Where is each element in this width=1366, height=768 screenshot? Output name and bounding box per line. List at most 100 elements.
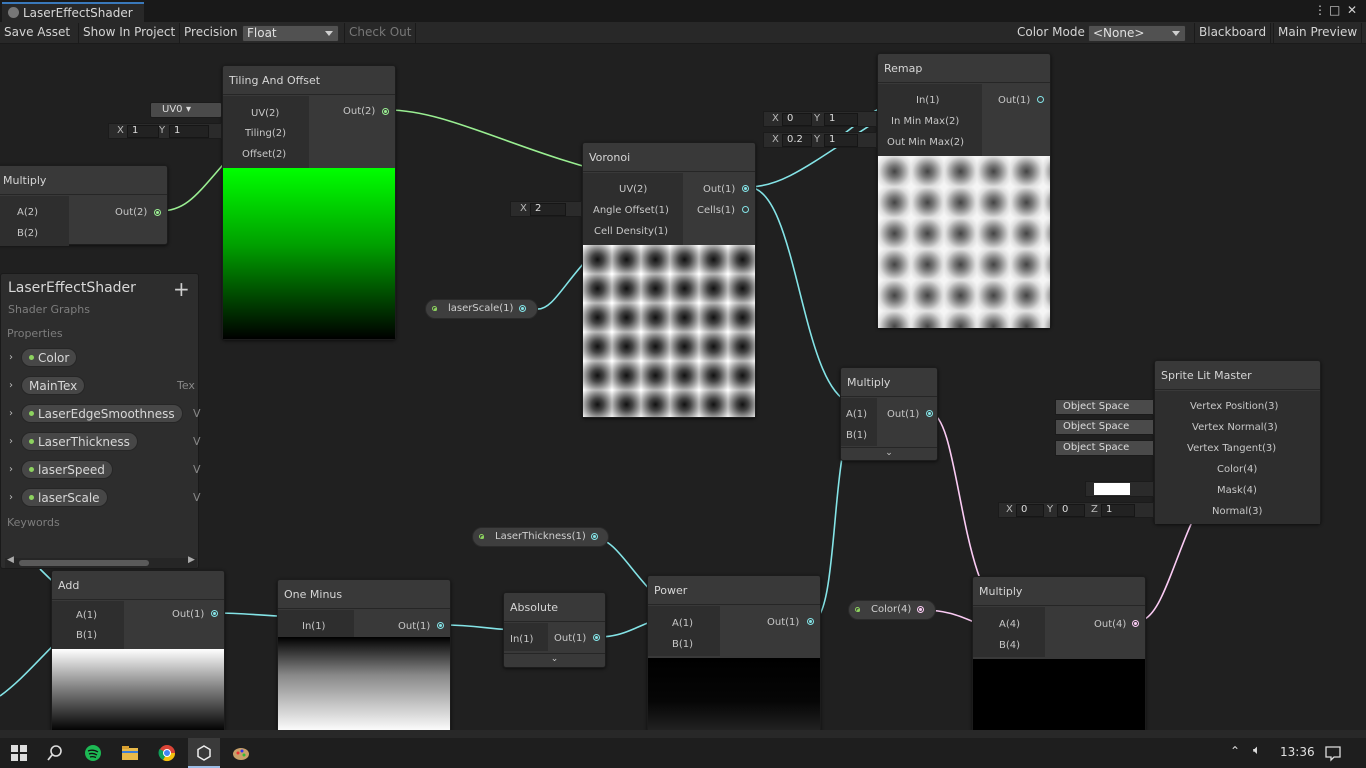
scroll-right-icon[interactable]: ▶ (188, 555, 195, 565)
port-vertex-position[interactable]: Vertex Position(3) (1190, 401, 1278, 412)
chevron-right-icon[interactable]: › (9, 352, 13, 363)
output-port-dot[interactable] (437, 622, 444, 629)
output-port-dot[interactable] (154, 209, 161, 216)
blackboard-toggle-button[interactable]: Blackboard (1194, 23, 1272, 43)
port-out[interactable]: Out(1) (398, 621, 430, 632)
color-property-node[interactable]: Color(4) (848, 600, 936, 620)
port-b[interactable]: B(2) (17, 228, 38, 239)
notification-center-icon[interactable] (1324, 744, 1342, 762)
scroll-left-icon[interactable]: ◀ (7, 555, 14, 565)
laser-thickness-property-node[interactable]: LaserThickness(1) (472, 527, 609, 547)
white-color-swatch[interactable] (1094, 483, 1130, 495)
port-out[interactable]: Out(4) (1094, 619, 1126, 630)
windows-start-icon[interactable] (10, 744, 28, 762)
output-port-dot[interactable] (742, 206, 749, 213)
port-tiling[interactable]: Tiling(2) (245, 128, 286, 139)
scrollbar-thumb[interactable] (19, 560, 149, 566)
port-vertex-normal[interactable]: Vertex Normal(3) (1192, 422, 1278, 433)
port-out[interactable]: Out(1) (554, 633, 586, 644)
output-port-dot[interactable] (742, 185, 749, 192)
port-angle-offset[interactable]: Angle Offset(1) (593, 205, 669, 216)
absolute-node[interactable]: Absolute In(1) Out(1) ⌄ (503, 592, 606, 668)
port-out[interactable]: Out(1) (998, 95, 1030, 106)
taskbar-clock[interactable]: 13:36 (1280, 745, 1315, 759)
output-port-dot[interactable] (1037, 96, 1044, 103)
out-min-value[interactable]: 0.2 (787, 134, 803, 145)
port-in[interactable]: In(1) (302, 621, 325, 632)
spotify-icon[interactable] (84, 744, 102, 762)
port-b[interactable]: B(1) (76, 630, 97, 641)
add-property-icon[interactable]: + (173, 277, 190, 301)
volume-icon[interactable]: 🔈︎ (1253, 743, 1261, 758)
angle-offset-value[interactable]: 2 (535, 203, 541, 214)
tiling-and-offset-node[interactable]: Tiling And Offset UV(2) Tiling(2) Offset… (222, 65, 396, 340)
multiply-node-left[interactable]: Multiply A(2) B(2) Out(2) (0, 165, 168, 246)
port-mask[interactable]: Mask(4) (1217, 485, 1257, 496)
port-out[interactable]: Out(1) (172, 609, 204, 620)
output-port-dot[interactable] (382, 108, 389, 115)
mask-color-swatch[interactable] (1085, 481, 1154, 497)
tiling-y-value[interactable]: 1 (174, 125, 180, 136)
paint-icon[interactable] (232, 744, 250, 762)
in-min-max-input[interactable]: X 0 Y 1 (763, 111, 877, 127)
output-port-dot[interactable] (591, 533, 598, 540)
port-out[interactable]: Out(1) (887, 409, 919, 420)
remap-node[interactable]: Remap In(1) In Min Max(2) Out Min Max(2)… (877, 53, 1051, 328)
port-in[interactable]: In(1) (510, 634, 533, 645)
port-b[interactable]: B(4) (999, 640, 1020, 651)
expand-preview-chevron-icon[interactable]: ⌄ (504, 653, 605, 667)
laser-scale-property-node[interactable]: laserScale(1) (425, 299, 538, 319)
port-out[interactable]: Out(2) (343, 106, 375, 117)
close-icon[interactable]: ✕ (1347, 3, 1357, 17)
port-b[interactable]: B(1) (672, 639, 693, 650)
chrome-icon[interactable] (158, 744, 176, 762)
power-node[interactable]: Power A(1) B(1) Out(1) (647, 575, 821, 730)
sprite-lit-master-node[interactable]: Sprite Lit Master Vertex Position(3) Ver… (1154, 360, 1321, 524)
file-explorer-icon[interactable] (121, 744, 139, 762)
port-a[interactable]: A(1) (76, 610, 97, 621)
show-hidden-icons-chevron-icon[interactable]: ⌃ (1230, 744, 1240, 758)
port-b[interactable]: B(1) (846, 430, 867, 441)
graph-canvas[interactable]: Multiply A(2) B(2) Out(2) Tiling And Off… (0, 44, 1366, 730)
port-uv[interactable]: UV(2) (251, 108, 279, 119)
uv-channel-dropdown[interactable]: UV0 ▾ (150, 102, 222, 118)
port-cells[interactable]: Cells(1) (697, 205, 735, 216)
port-cell-density[interactable]: Cell Density(1) (594, 226, 668, 237)
output-port-dot[interactable] (807, 618, 814, 625)
port-uv[interactable]: UV(2) (619, 184, 647, 195)
port-color[interactable]: Color(4) (1217, 464, 1257, 475)
add-node[interactable]: Add A(1) B(1) Out(1) (51, 570, 225, 730)
output-port-dot[interactable] (519, 305, 526, 312)
chevron-right-icon[interactable]: › (9, 464, 13, 475)
port-offset[interactable]: Offset(2) (242, 149, 286, 160)
chevron-right-icon[interactable]: › (9, 380, 13, 391)
port-a[interactable]: A(2) (17, 207, 38, 218)
chevron-right-icon[interactable]: › (9, 492, 13, 503)
port-in[interactable]: In(1) (916, 95, 939, 106)
port-a[interactable]: A(1) (846, 409, 867, 420)
port-vertex-tangent[interactable]: Vertex Tangent(3) (1187, 443, 1276, 454)
multiply-node-bottom[interactable]: Multiply A(4) B(4) Out(4) (972, 576, 1146, 730)
chevron-right-icon[interactable]: › (9, 436, 13, 447)
port-out[interactable]: Out(2) (115, 207, 147, 218)
precision-dropdown[interactable]: Float (242, 25, 339, 42)
normal-z-value[interactable]: 1 (1106, 504, 1112, 515)
window-tab[interactable]: LaserEffectShader (2, 2, 144, 22)
port-out-min-max[interactable]: Out Min Max(2) (887, 137, 964, 148)
port-out[interactable]: Out(1) (703, 184, 735, 195)
port-a[interactable]: A(4) (999, 619, 1020, 630)
port-a[interactable]: A(1) (672, 618, 693, 629)
port-normal[interactable]: Normal(3) (1212, 506, 1262, 517)
maximize-icon[interactable]: □ (1329, 3, 1340, 17)
output-port-dot[interactable] (1132, 620, 1139, 627)
vertex-normal-space-dropdown[interactable]: Object Space (1055, 419, 1154, 435)
output-port-dot[interactable] (917, 606, 924, 613)
one-minus-node[interactable]: One Minus In(1) Out(1) (277, 579, 451, 730)
port-out[interactable]: Out(1) (767, 617, 799, 628)
tiling-x-value[interactable]: 1 (132, 125, 138, 136)
horizontal-scrollbar[interactable]: ◀ ▶ (5, 555, 197, 568)
show-in-project-button[interactable]: Show In Project (78, 23, 181, 43)
save-asset-button[interactable]: Save Asset (0, 23, 74, 43)
search-icon[interactable] (46, 744, 64, 762)
in-max-value[interactable]: 1 (829, 113, 835, 124)
